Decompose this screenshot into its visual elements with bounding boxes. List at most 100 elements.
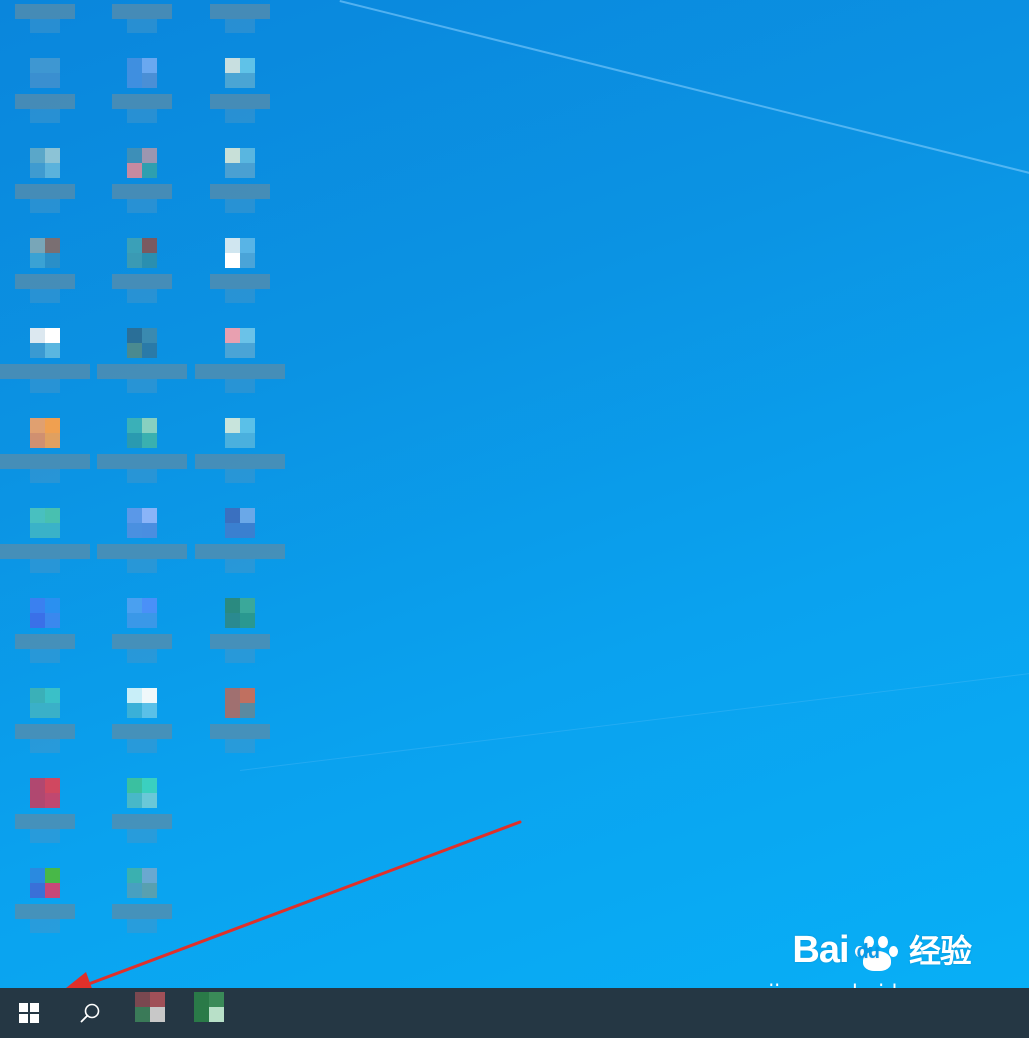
desktop-icon[interactable] [195,44,285,134]
app-icon [30,328,60,358]
desktop-icon-label [0,454,90,469]
windows-logo-icon [19,1003,39,1023]
desktop-icon-label [112,724,172,739]
desktop-icon-label-line-2 [30,109,60,123]
desktop-icon[interactable] [0,764,90,854]
desktop-icon-grid [0,0,290,988]
app-icon [127,238,157,268]
desktop-icon-label [15,814,75,829]
desktop-icon-label [210,724,270,739]
desktop-icon[interactable] [97,674,187,764]
desktop-icon-label-line-2 [225,379,255,393]
desktop-icon-label [0,544,90,559]
desktop-icon[interactable] [0,404,90,494]
desktop-icon[interactable] [0,0,90,44]
desktop-icon-label [112,904,172,919]
desktop-icon-label-line-2 [30,919,60,933]
desktop-icon-label-line-2 [127,19,157,33]
app-icon [30,418,60,448]
desktop-icon[interactable] [97,134,187,224]
app-icon [30,688,60,718]
desktop-icon-label [210,634,270,649]
desktop-icon-label-line-2 [30,469,60,483]
desktop-icon-label-line-2 [30,739,60,753]
app-icon [127,688,157,718]
desktop-icon-label [15,274,75,289]
desktop-icon-label-line-2 [225,649,255,663]
desktop-icon[interactable] [0,134,90,224]
desktop-icon-label-line-2 [225,559,255,573]
app-icon [127,328,157,358]
desktop-icon-label-line-2 [127,559,157,573]
app-icon [127,148,157,178]
desktop-icon[interactable] [97,44,187,134]
desktop-icon[interactable] [195,314,285,404]
desktop-icon-label-line-2 [30,649,60,663]
watermark-brand: Bai du 经验 [792,928,972,978]
wallpaper-light-beam [339,0,1029,186]
pinned-app-2[interactable] [194,990,240,1036]
desktop-icon-label [210,4,270,19]
desktop-icon[interactable] [195,0,285,44]
desktop-icon[interactable] [97,224,187,314]
desktop-icon-label [97,544,187,559]
desktop-icon[interactable] [195,494,285,584]
watermark-brand-latin-1: Bai [792,929,849,971]
desktop-icon-label [97,364,187,379]
desktop-icon[interactable] [97,494,187,584]
app-icon [30,58,60,88]
desktop-icon[interactable] [195,584,285,674]
desktop-icon[interactable] [97,404,187,494]
desktop-icon-label [195,364,285,379]
desktop-icon-label [15,724,75,739]
desktop-icon-label [112,634,172,649]
watermark-url: jingyan.baidu.com [768,980,971,988]
desktop-icon[interactable] [97,854,187,944]
wallpaper-light-beam [240,670,1029,771]
pinned-app-1[interactable] [135,990,181,1036]
desktop-icon-label-line-2 [127,469,157,483]
desktop-icon-label [97,454,187,469]
desktop[interactable]: Bai du 经验 jingyan.baidu.com [0,0,1029,988]
desktop-icon[interactable] [0,674,90,764]
desktop-icon[interactable] [97,0,187,44]
desktop-icon[interactable] [0,494,90,584]
desktop-icon-label-line-2 [30,829,60,843]
desktop-icon-label [195,454,285,469]
app-icon [30,508,60,538]
taskbar [0,988,1029,1038]
desktop-icon[interactable] [0,854,90,944]
app-icon [30,148,60,178]
search-button[interactable] [66,988,114,1038]
start-button[interactable] [5,988,53,1038]
desktop-icon[interactable] [0,314,90,404]
app-icon [225,328,255,358]
app-icon [30,868,60,898]
app-icon [127,58,157,88]
desktop-icon-label-line-2 [127,829,157,843]
app-icon [225,238,255,268]
desktop-icon-label-line-2 [30,19,60,33]
desktop-icon-label [210,184,270,199]
app-icon [127,508,157,538]
desktop-icon[interactable] [0,584,90,674]
desktop-icon-label-line-2 [30,289,60,303]
desktop-icon[interactable] [97,314,187,404]
desktop-icon[interactable] [0,224,90,314]
app-icon [30,778,60,808]
desktop-icon-label-line-2 [30,199,60,213]
app-icon [225,598,255,628]
desktop-icon[interactable] [97,764,187,854]
desktop-icon[interactable] [195,134,285,224]
watermark-brand-latin-2: du [856,941,880,963]
search-icon [80,1003,100,1023]
desktop-icon-label [210,274,270,289]
app-icon [225,148,255,178]
desktop-icon-label-line-2 [225,199,255,213]
desktop-icon[interactable] [97,584,187,674]
desktop-icon[interactable] [0,44,90,134]
desktop-icon[interactable] [195,674,285,764]
desktop-icon[interactable] [195,404,285,494]
desktop-icon[interactable] [195,224,285,314]
desktop-icon-label-line-2 [127,289,157,303]
